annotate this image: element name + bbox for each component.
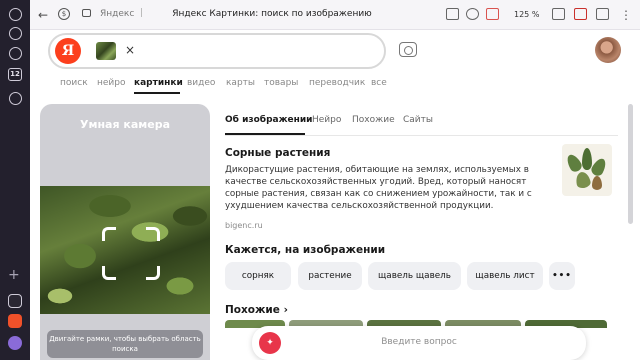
similar-heading[interactable]: Похожие › — [225, 303, 288, 317]
add-app-icon[interactable]: + — [8, 268, 20, 282]
bookmark-icon[interactable] — [466, 8, 479, 20]
extension-icon[interactable] — [574, 8, 587, 20]
address-separator: | — [140, 8, 144, 18]
app-sidebar: 12 + — [0, 0, 30, 360]
illustration-leaf — [589, 156, 609, 178]
search-bar[interactable]: Я × — [48, 33, 386, 69]
protect-icon[interactable]: $ — [58, 8, 70, 20]
nav-video[interactable]: видео — [187, 77, 215, 89]
nav-translate[interactable]: переводчик — [309, 77, 365, 89]
tag-chip[interactable]: щавель лист — [467, 262, 543, 290]
more-tags-button[interactable]: ••• — [549, 262, 575, 290]
tab-divider — [225, 135, 618, 136]
illustration-root — [592, 176, 602, 190]
browser-window: 12 + ← $ Яндекс | Яндекс Картинки: поиск… — [0, 0, 640, 360]
nav-search[interactable]: поиск — [60, 77, 88, 89]
nav-images[interactable]: картинки — [134, 77, 183, 89]
similar-heading-label: Похожие — [225, 304, 280, 316]
chevron-right-icon: › — [283, 304, 288, 316]
nav-maps[interactable]: карты — [226, 77, 255, 89]
crop-frame-corner[interactable] — [146, 227, 160, 241]
crop-hint: Двигайте рамки, чтобы выбрать область по… — [47, 330, 203, 358]
yandex-logo[interactable]: Я — [55, 38, 81, 64]
tab-sites[interactable]: Сайты — [403, 114, 433, 126]
query-image-thumbnail[interactable] — [96, 42, 116, 60]
smart-camera-title: Умная камера — [79, 118, 171, 131]
nav-neuro[interactable]: нейро — [97, 77, 126, 89]
tag-chip[interactable]: щавель щавель — [368, 262, 461, 290]
zoom-level[interactable]: 125 % — [514, 8, 539, 21]
crop-frame-corner[interactable] — [146, 266, 160, 280]
clock-icon[interactable] — [9, 27, 22, 40]
nav-all[interactable]: все — [371, 77, 387, 89]
history-icon[interactable] — [9, 8, 22, 21]
translate-icon[interactable] — [552, 8, 565, 20]
page-title[interactable]: Яндекс Картинки: поиск по изображению — [152, 8, 392, 21]
camera-search-icon[interactable] — [399, 42, 417, 57]
tag-chip[interactable]: сорняк — [225, 262, 291, 290]
browser-toolbar: ← $ Яндекс | Яндекс Картинки: поиск по и… — [30, 0, 640, 30]
menu-icon[interactable]: ⋮ — [620, 7, 632, 23]
r-app-icon[interactable] — [8, 294, 22, 308]
ask-question-input[interactable]: ✦ Введите вопрос — [252, 326, 586, 360]
tab-about-image[interactable]: Об изображении — [225, 114, 312, 126]
entity-description: Дикорастущие растения, обитающие на земл… — [225, 165, 532, 211]
illustration-leaf — [574, 170, 592, 190]
lock-icon[interactable] — [82, 9, 91, 17]
image-info-panel: Об изображении Нейро Похожие Сайты Сорны… — [216, 104, 620, 360]
user-avatar[interactable] — [595, 37, 621, 63]
smart-camera-panel: Умная камера Двигайте рамки, чтобы выбра… — [40, 104, 210, 360]
settings-icon[interactable] — [9, 92, 22, 105]
messenger-app-icon[interactable] — [8, 336, 22, 350]
entity-illustration[interactable] — [562, 144, 612, 196]
tab-neuro[interactable]: Нейро — [312, 114, 341, 126]
mail-app-icon[interactable] — [8, 314, 22, 328]
query-photo[interactable] — [40, 186, 210, 314]
scrollbar-thumb[interactable] — [628, 104, 633, 224]
reader-icon[interactable] — [446, 8, 459, 20]
ask-question-placeholder: Введите вопрос — [381, 337, 457, 347]
crop-frame-corner[interactable] — [102, 227, 116, 241]
tab-similar[interactable]: Похожие — [352, 114, 395, 126]
tag-chip[interactable]: растение — [298, 262, 362, 290]
back-icon[interactable]: ← — [38, 7, 48, 23]
illustration-leaf — [564, 152, 584, 174]
entity-source-link[interactable]: bigenc.ru — [225, 220, 263, 231]
tags-heading: Кажется, на изображении — [225, 244, 386, 256]
download-icon[interactable] — [596, 8, 609, 20]
entity-heading[interactable]: Сорные растения — [225, 146, 330, 160]
nav-goods[interactable]: товары — [264, 77, 298, 89]
tabs-count-icon[interactable]: 12 — [8, 68, 22, 81]
address-domain[interactable]: Яндекс — [100, 8, 134, 21]
illustration-leaf — [582, 148, 592, 170]
play-icon[interactable] — [9, 47, 22, 60]
screenshot-icon[interactable] — [486, 8, 499, 20]
crop-frame-corner[interactable] — [102, 266, 116, 280]
nav-active-underline — [134, 92, 180, 94]
remove-image-button[interactable]: × — [125, 42, 135, 58]
